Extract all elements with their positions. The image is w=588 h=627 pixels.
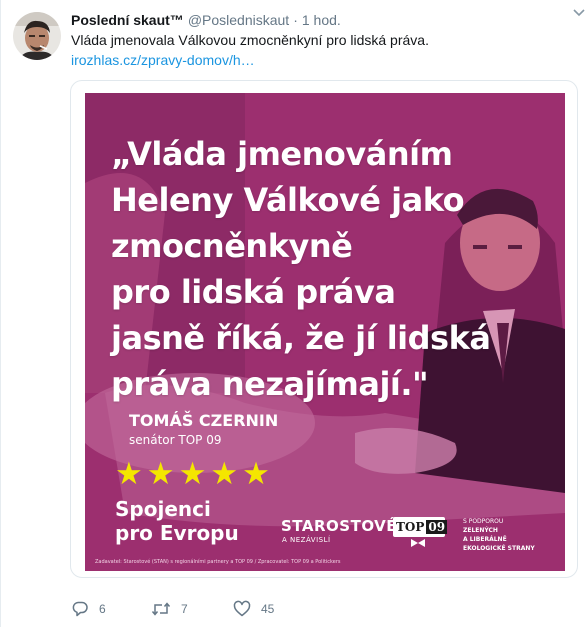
media-card[interactable]: „Vláda jmenováním Heleny Válkové jako zm… <box>70 80 578 578</box>
top09-logo-text: TOP <box>396 520 425 534</box>
quote-author: TOMÁŠ CZERNIN <box>129 411 279 430</box>
reply-button[interactable]: 6 <box>71 598 106 620</box>
retweet-count: 7 <box>181 602 188 616</box>
support-line1: S PODPOROU <box>463 518 504 525</box>
retweet-icon <box>151 602 171 616</box>
starostove-logo: STAROSTOVÉ <box>281 517 398 535</box>
tweet-time[interactable]: 1 hod. <box>302 12 341 28</box>
like-count: 45 <box>261 602 275 616</box>
avatar-image <box>13 12 61 60</box>
campaign-graphic[interactable]: „Vláda jmenováním Heleny Válkové jako zm… <box>85 93 565 571</box>
like-button[interactable]: 45 <box>233 598 274 620</box>
heart-icon <box>233 600 251 617</box>
top09-logo: TOP 09 <box>393 517 448 537</box>
avatar[interactable] <box>13 12 61 60</box>
quote-text: „Vláda jmenováním Heleny Válkové jako zm… <box>111 135 491 403</box>
tweet-link[interactable]: irozhlas.cz/zpravy-domov/h… <box>71 50 255 70</box>
tweet-text: Vláda jmenovala Válkovou zmocněnkyní pro… <box>71 32 429 48</box>
reply-count: 6 <box>99 602 106 616</box>
author-handle[interactable]: @Posledniskaut <box>188 12 289 28</box>
party-name: Spojenci pro Evropu <box>115 497 239 545</box>
reply-icon <box>72 601 88 617</box>
stars-rating: ★★★★★ <box>115 456 274 491</box>
support-parties: ZELENÝCH A LIBERÁLNĚ EKOLOGICKÉ STRANY <box>463 527 535 552</box>
legal-footnote: Zadavatel: Starostové (STAN) s regionáln… <box>95 559 341 565</box>
nezavisli-logo: A NEZÁVISLÍ <box>282 536 331 544</box>
author-role: senátor TOP 09 <box>129 433 222 447</box>
separator-dot: · <box>293 12 298 28</box>
author-name[interactable]: Poslední skaut™ <box>71 12 184 28</box>
tweet-header: Poslední skaut™ @Posledniskaut · 1 hod. <box>71 10 574 30</box>
bow-tie-icon <box>411 539 425 547</box>
retweet-button[interactable]: 7 <box>151 598 188 620</box>
support-text: S PODPOROU ZELENÝCH A LIBERÁLNĚ EKOLOGIC… <box>463 517 535 553</box>
chevron-down-icon[interactable] <box>572 8 586 18</box>
top09-logo-number: 09 <box>426 520 448 534</box>
tweet[interactable]: Poslední skaut™ @Posledniskaut · 1 hod. Vlá… <box>0 0 588 627</box>
